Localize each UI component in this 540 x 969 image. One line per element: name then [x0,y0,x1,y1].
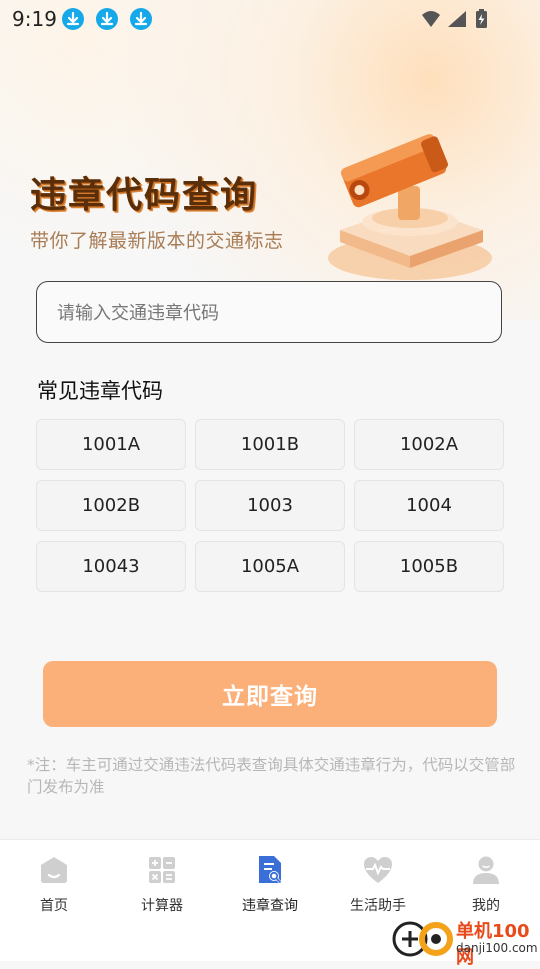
code-chip[interactable]: 1005A [195,541,345,592]
tab-label: 首页 [40,898,68,914]
status-right-icons [420,8,500,34]
tab-home[interactable]: 首页 [0,840,108,930]
tab-calculator[interactable]: 计算器 [108,840,216,930]
download-icon [96,8,118,30]
tab-violation-query[interactable]: 违章查询 [216,840,324,930]
tab-label: 计算器 [141,898,183,914]
heart-pulse-icon [362,854,394,886]
disclaimer-note: *注：车主可通过交通违法代码表查询具体交通违章行为，代码以交管部门发布为准 [27,756,516,796]
download-icon [130,8,152,30]
home-icon [38,854,70,886]
status-time: 9:19 [12,7,57,31]
traffic-camera-illustration [318,118,498,287]
page-title: 违章代码查询 [30,175,259,216]
status-bar: 9:19 [0,0,540,38]
search-box[interactable] [36,281,502,344]
tab-label: 生活助手 [350,898,406,914]
battery-charging-icon [476,9,487,28]
signal-icon [448,11,466,27]
page-subtitle: 带你了解最新版本的交通标志 [30,230,284,252]
wifi-icon [422,11,440,27]
tab-label: 我的 [472,898,500,914]
violation-code-input[interactable] [55,282,479,344]
code-chip[interactable]: 1002A [354,419,504,470]
tab-label: 违章查询 [242,898,298,914]
common-codes-grid: 1001A 1001B 1002A 1002B 1003 1004 10043 … [36,419,504,592]
calculator-icon [146,854,178,886]
download-icon [62,8,84,30]
document-search-icon [254,854,286,886]
user-icon [470,854,502,886]
code-chip[interactable]: 1003 [195,480,345,531]
code-chip[interactable]: 1004 [354,480,504,531]
watermark-logo-icon [392,921,453,957]
site-watermark: 单机100网 danji100.com [392,917,540,968]
code-chip[interactable]: 1001A [36,419,186,470]
code-chip[interactable]: 10043 [36,541,186,592]
code-chip[interactable]: 1002B [36,480,186,531]
query-now-button[interactable]: 立即查询 [43,661,497,727]
code-chip[interactable]: 1001B [195,419,345,470]
common-codes-title: 常见违章代码 [37,379,163,403]
watermark-url: danji100.com [456,941,538,955]
code-chip[interactable]: 1005B [354,541,504,592]
